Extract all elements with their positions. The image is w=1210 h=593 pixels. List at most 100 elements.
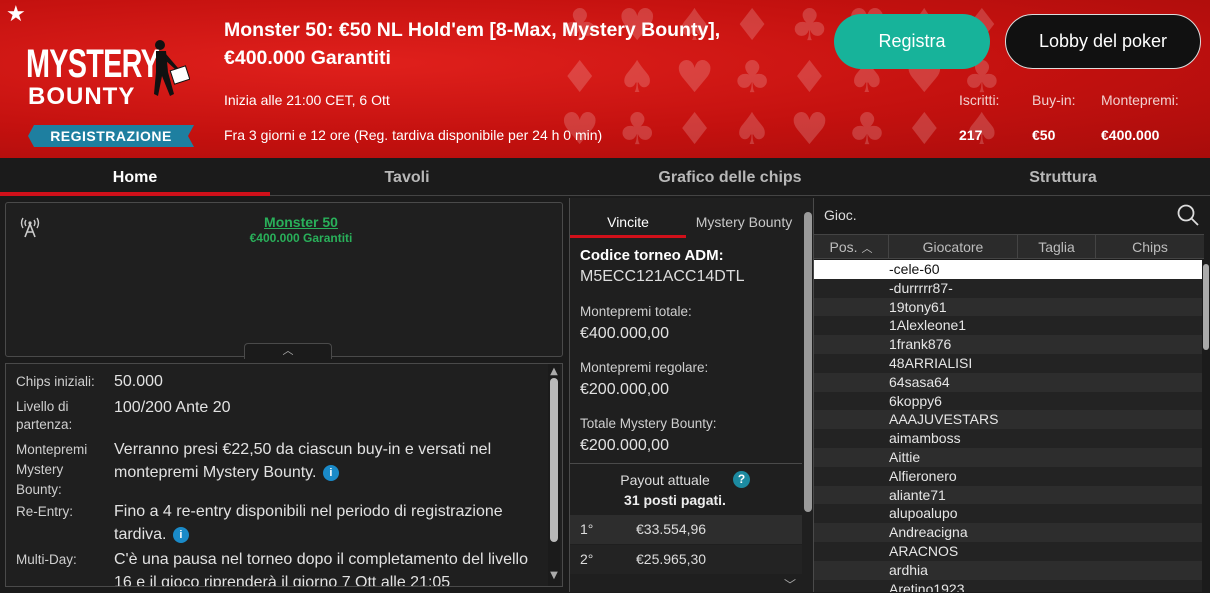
- tab-home[interactable]: Home: [0, 158, 270, 196]
- mystery-total-label: Totale Mystery Bounty:: [580, 416, 717, 431]
- prizes-panel: Vincite Mystery Bounty Codice torneo ADM…: [569, 198, 814, 592]
- info-label: Montepremi Mystery Bounty:: [16, 442, 88, 497]
- player-row[interactable]: 19tony61: [814, 297, 1204, 317]
- payout-row: 2° €25.965,30: [570, 545, 802, 574]
- player-row[interactable]: Aittie: [814, 448, 1204, 467]
- info-value: 100/200 Ante 20: [114, 399, 231, 416]
- payout-amount: €25.965,30: [636, 551, 707, 567]
- players-panel: Gioc. Pos. ︿ Giocatore Taglia Chips -cel…: [813, 198, 1210, 592]
- tournament-header: ♣♥♠♦♣♥♠♦ ♦♠♥♣♦♠♥♣ ♥♣♦♠♥♣♦♠ ★ MYSTERY BOUNT…: [0, 0, 1210, 158]
- info-text: Verranno presi €22,50 da ciascun buy-in …: [114, 441, 492, 481]
- tab-chip-chart[interactable]: Grafico delle chips: [544, 158, 916, 196]
- info-value: Fino a 4 re-entry disponibili nel period…: [114, 500, 542, 546]
- scrollbar-thumb[interactable]: [804, 212, 812, 512]
- player-name: aimamboss: [889, 430, 961, 447]
- player-row[interactable]: -durrrrr87-: [814, 278, 1204, 298]
- info-label: Livello di partenza:: [16, 399, 73, 432]
- entrants-value: 217: [959, 127, 983, 143]
- player-search[interactable]: Gioc.: [814, 198, 1210, 234]
- total-prizepool-value: €400.000,00: [580, 325, 669, 342]
- player-row[interactable]: ardhia: [814, 560, 1204, 580]
- payout-place: 2°: [580, 551, 594, 567]
- player-row[interactable]: aimamboss: [814, 429, 1204, 448]
- scrollbar-thumb[interactable]: [550, 378, 558, 542]
- info-label: Multi-Day:: [16, 552, 77, 567]
- player-row[interactable]: aliante71: [814, 485, 1204, 505]
- player-row[interactable]: Aretino1923: [814, 579, 1204, 592]
- regular-prizepool-value: €200.000,00: [580, 381, 669, 398]
- mini-guarantee: €400.000 Garantiti: [249, 231, 353, 245]
- player-name: ARACNOS: [889, 543, 959, 559]
- player-name: -durrrrr87-: [889, 279, 953, 296]
- info-value: C'è una pausa nel torneo dopo il complet…: [114, 551, 528, 587]
- mystery-bounty-logo: MYSTERY BOUNTY: [20, 38, 200, 118]
- regular-prizepool-label: Montepremi regolare:: [580, 360, 709, 375]
- column-chips[interactable]: Chips: [1096, 235, 1204, 259]
- tab-mystery-bounty[interactable]: Mystery Bounty: [686, 198, 802, 238]
- info-value: 50.000: [114, 373, 163, 390]
- mini-tournament-link[interactable]: Monster 50: [6, 214, 596, 230]
- player-name: 1frank876: [889, 336, 952, 353]
- info-icon[interactable]: i: [172, 527, 189, 543]
- adm-code-label: Codice torneo ADM:: [580, 247, 724, 264]
- player-row[interactable]: Alfieronero: [814, 466, 1204, 486]
- mystery-total-value: €200.000,00: [580, 437, 669, 454]
- info-icon[interactable]: i: [322, 465, 339, 481]
- player-row[interactable]: Andreacigna: [814, 523, 1204, 542]
- register-button[interactable]: Registra: [834, 14, 990, 69]
- prizepool-label: Montepremi:: [1101, 92, 1179, 108]
- chevron-down-icon[interactable]: ﹀: [782, 576, 798, 593]
- player-name: 48ARRIALISI: [889, 355, 973, 371]
- tournament-info-panel: Chips iniziali: 50.000 Livello di parten…: [5, 363, 563, 587]
- player-row[interactable]: 1Alexleone1: [814, 316, 1204, 336]
- chevron-up-icon: ︿: [282, 344, 294, 357]
- column-size[interactable]: Taglia: [1018, 235, 1096, 259]
- player-row[interactable]: -cele-60: [814, 260, 1204, 279]
- column-player[interactable]: Giocatore: [889, 235, 1018, 259]
- chevron-up-icon: ︿: [861, 242, 873, 255]
- player-name: aliante71: [889, 486, 946, 503]
- player-row[interactable]: alupoalupo: [814, 504, 1204, 524]
- player-row[interactable]: 1frank876: [814, 335, 1204, 354]
- favorite-star-icon[interactable]: ★: [6, 2, 26, 27]
- payout-section: Payout attuale ? 31 posti pagati. 1° €33…: [570, 463, 802, 592]
- players-scrollbar[interactable]: [1202, 260, 1210, 592]
- player-row[interactable]: 48ARRIALISI: [814, 354, 1204, 373]
- player-name: 6koppy6: [889, 392, 942, 409]
- collapse-toggle[interactable]: ︿: [244, 343, 332, 359]
- status-badge: REGISTRAZIONE: [28, 125, 194, 147]
- scrollbar-thumb[interactable]: [1203, 264, 1209, 350]
- column-position[interactable]: Pos. ︿: [814, 235, 889, 259]
- search-icon[interactable]: [1176, 203, 1200, 227]
- player-name: ardhia: [889, 561, 928, 578]
- search-input[interactable]: Gioc.: [824, 207, 857, 223]
- tab-structure[interactable]: Struttura: [916, 158, 1210, 196]
- prizepool-value: €400.000: [1101, 127, 1160, 143]
- running-man-icon: [154, 40, 190, 96]
- mini-lobby-panel: Monster 50 €400.000 Garantiti ︿: [5, 202, 563, 359]
- info-scrollbar[interactable]: ▲ ▼: [548, 364, 560, 586]
- payout-row: 1° €33.554,96: [570, 515, 802, 544]
- scroll-down-icon[interactable]: ▼: [548, 570, 560, 581]
- player-name: alupoalupo: [889, 505, 958, 522]
- player-row[interactable]: AAAJUVESTARS: [814, 410, 1204, 430]
- payout-amount: €33.554,96: [636, 521, 707, 537]
- player-row[interactable]: ARACNOS: [814, 542, 1204, 561]
- payout-place: 1°: [580, 521, 594, 537]
- player-name: AAAJUVESTARS: [889, 411, 999, 428]
- player-row[interactable]: 6koppy6: [814, 391, 1204, 411]
- payout-title: Payout attuale: [620, 472, 710, 488]
- scroll-up-icon[interactable]: ▲: [548, 366, 560, 377]
- tournament-title: Monster 50: €50 NL Hold'em [8-Max, Myste…: [224, 19, 721, 69]
- poker-lobby-button[interactable]: Lobby del poker: [1005, 14, 1201, 69]
- main-tabs: Home Tavoli Grafico delle chips Struttur…: [0, 158, 1210, 196]
- player-row[interactable]: 64sasa64: [814, 372, 1204, 392]
- tab-payouts[interactable]: Vincite: [570, 198, 686, 238]
- player-name: 1Alexleone1: [889, 317, 967, 334]
- tab-tables[interactable]: Tavoli: [270, 158, 544, 196]
- help-icon[interactable]: ?: [733, 471, 750, 488]
- player-name: Andreacigna: [889, 524, 968, 541]
- logo-text-bounty: BOUNTY: [28, 83, 136, 110]
- player-name: Aretino1923: [889, 580, 965, 592]
- player-name: Alfieronero: [889, 467, 957, 484]
